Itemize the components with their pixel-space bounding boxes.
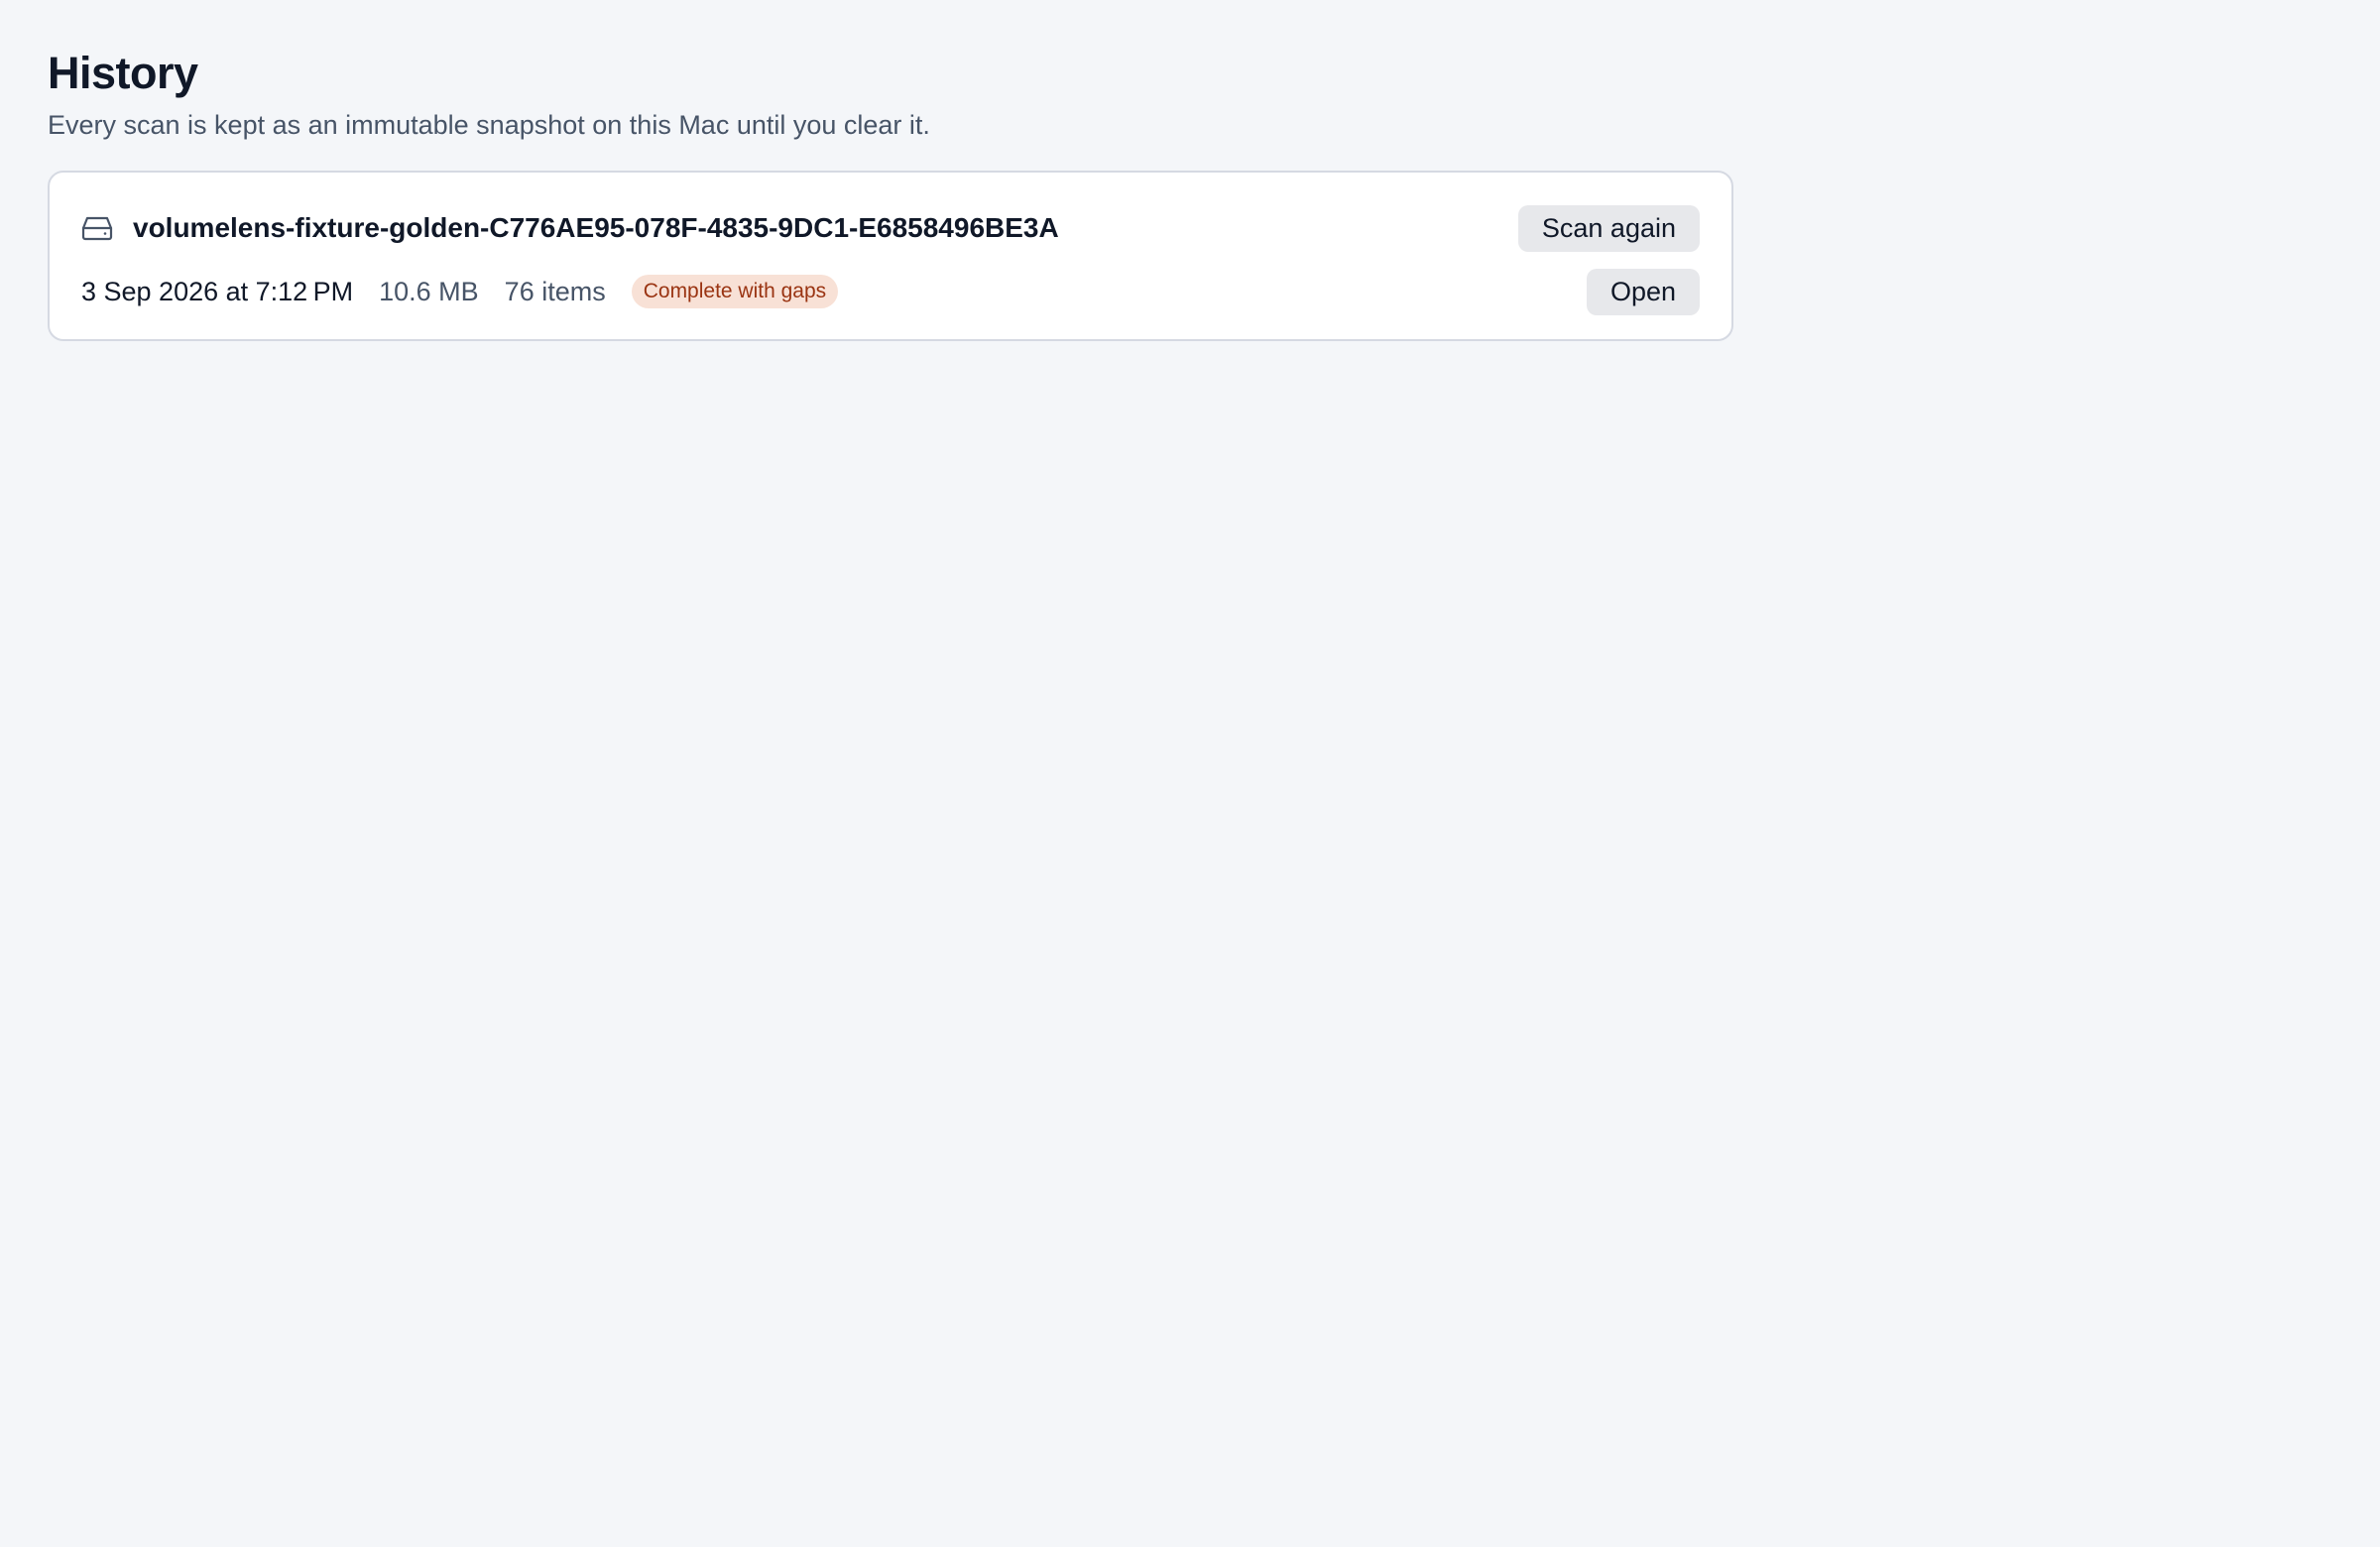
history-page: History Every scan is kept as an immutab…	[48, 44, 1737, 341]
status-badge: Complete with gaps	[631, 275, 839, 308]
scan-again-button[interactable]: Scan again	[1517, 204, 1700, 252]
scan-card: volumelens-fixture-golden-C776AE95-078F-…	[48, 171, 1733, 341]
scan-date: 3 Sep 2026 at 7:12 PM	[81, 276, 354, 306]
scan-card-header: volumelens-fixture-golden-C776AE95-078F-…	[81, 204, 1700, 252]
drive-icon	[81, 215, 113, 241]
page-subtitle: Every scan is kept as an immutable snaps…	[48, 110, 930, 140]
scan-item-count: 76 items	[504, 276, 606, 306]
volume-name: volumelens-fixture-golden-C776AE95-078F-…	[133, 212, 1059, 243]
scan-size: 10.6 MB	[379, 276, 479, 306]
page-title: History	[48, 48, 198, 98]
open-button[interactable]: Open	[1586, 268, 1700, 315]
scan-card-meta: 3 Sep 2026 at 7:12 PM 10.6 MB 76 items C…	[81, 268, 1700, 315]
